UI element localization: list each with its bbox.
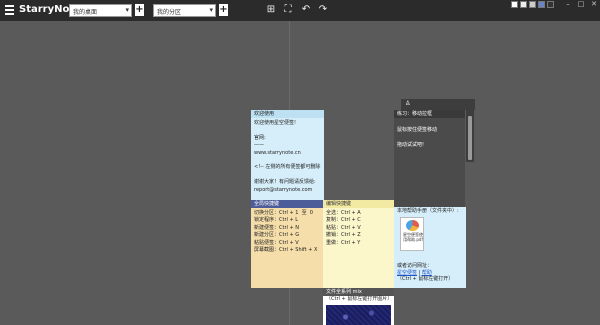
note-drag-handle[interactable]: ♙ [401,99,475,110]
theme-swatch-white[interactable] [511,1,518,8]
theme-swatch-blue[interactable] [538,1,545,8]
pdf-app-icon [406,220,419,231]
add-desk-button[interactable]: + [135,4,144,16]
help-links: 或者访问网址： 星空便签 | 帮助 （Ctrl + 鼠标左键打开） [397,263,453,283]
help-link[interactable]: 帮助 [422,270,432,276]
close-icon[interactable]: ✕ [588,0,600,8]
note-body[interactable]: 全选：Ctrl + A 复制：Ctrl + C 粘贴：Ctrl + V 撤销：C… [323,208,394,249]
note-body[interactable]: 切换分区：Ctrl + 1 至 0 锁定程序：Ctrl + L 新建便签：Ctr… [251,208,323,256]
undo-icon[interactable]: ↶ [300,4,312,16]
note-title: 练习：移动拉框 [394,110,465,118]
note-help[interactable]: 本地帮助手册（文件夹中）: 星空便签使用帮助.pdf 或者访问网址： 星空便签 … [394,207,466,288]
group-select-value: 我的分区 [157,9,182,16]
note-drag-practice[interactable]: 练习：移动拉框 鼠标按住便签移动 拖动试试吧! [394,110,465,207]
redo-icon[interactable]: ↷ [317,4,329,16]
desk-select[interactable]: 我的桌面 ▾ [69,4,132,17]
note-body[interactable]: 鼠标按住便签移动 拖动试试吧! [394,118,465,152]
chevron-down-icon: ▾ [209,6,213,14]
note-global-shortcuts[interactable]: 全局快捷键 切换分区：Ctrl + 1 至 0 锁定程序：Ctrl + L 新建… [251,200,323,288]
note-scrollbar[interactable] [466,110,474,162]
open-hint: （Ctrl + 鼠标左键打开） [397,276,454,282]
theme-swatch-dark[interactable] [547,1,554,8]
desk-select-value: 我的桌面 [73,9,98,16]
title-bar: StarryNote 我的桌面 ▾ + 我的分区 ▾ + ⊞ ⛶ ↶ ↷ – □… [0,0,600,21]
maximize-icon[interactable]: □ [575,0,587,8]
minimize-icon[interactable]: – [562,0,574,8]
theme-swatch-lightgray[interactable] [520,1,527,8]
note-image[interactable]: 文件全系列 mix （Ctrl + 鼠标左键打开图片） [323,288,394,325]
note-image-thumbnail[interactable] [326,305,391,325]
pdf-file-attachment[interactable]: 星空便签使用帮助.pdf [400,217,424,251]
menu-icon[interactable] [5,5,14,15]
note-edit-shortcuts[interactable]: 编辑快捷键 全选：Ctrl + A 复制：Ctrl + C 粘贴：Ctrl + … [323,200,394,288]
starrynote-link[interactable]: 星空便签 [397,270,417,276]
note-title: 本地帮助手册（文件夹中）: [397,208,459,214]
note-title: 编辑快捷键 [323,200,394,208]
note-title: 文件全系列 mix [323,288,394,296]
scrollbar-thumb[interactable] [468,116,472,160]
theme-swatch-gray[interactable] [529,1,536,8]
chevron-down-icon: ▾ [125,6,129,14]
pin-icon[interactable]: ♙ [405,100,410,107]
note-body[interactable]: 欢迎使用星空便签! 官网: —— www.starrynote.cn <!-- … [251,118,324,196]
note-welcome[interactable]: 欢迎使用 欢迎使用星空便签! 官网: —— www.starrynote.cn … [251,110,324,200]
note-title: 欢迎使用 [251,110,324,118]
note-title: 全局快捷键 [251,200,323,208]
group-select[interactable]: 我的分区 ▾ [153,4,216,17]
new-note-icon[interactable]: ⊞ [265,4,277,16]
add-group-button[interactable]: + [219,4,228,16]
note-subtitle: （Ctrl + 鼠标左键打开图片） [323,296,394,303]
pdf-file-label: 星空便签使用帮助.pdf [403,232,423,242]
screen-capture-icon[interactable]: ⛶ [282,4,294,16]
